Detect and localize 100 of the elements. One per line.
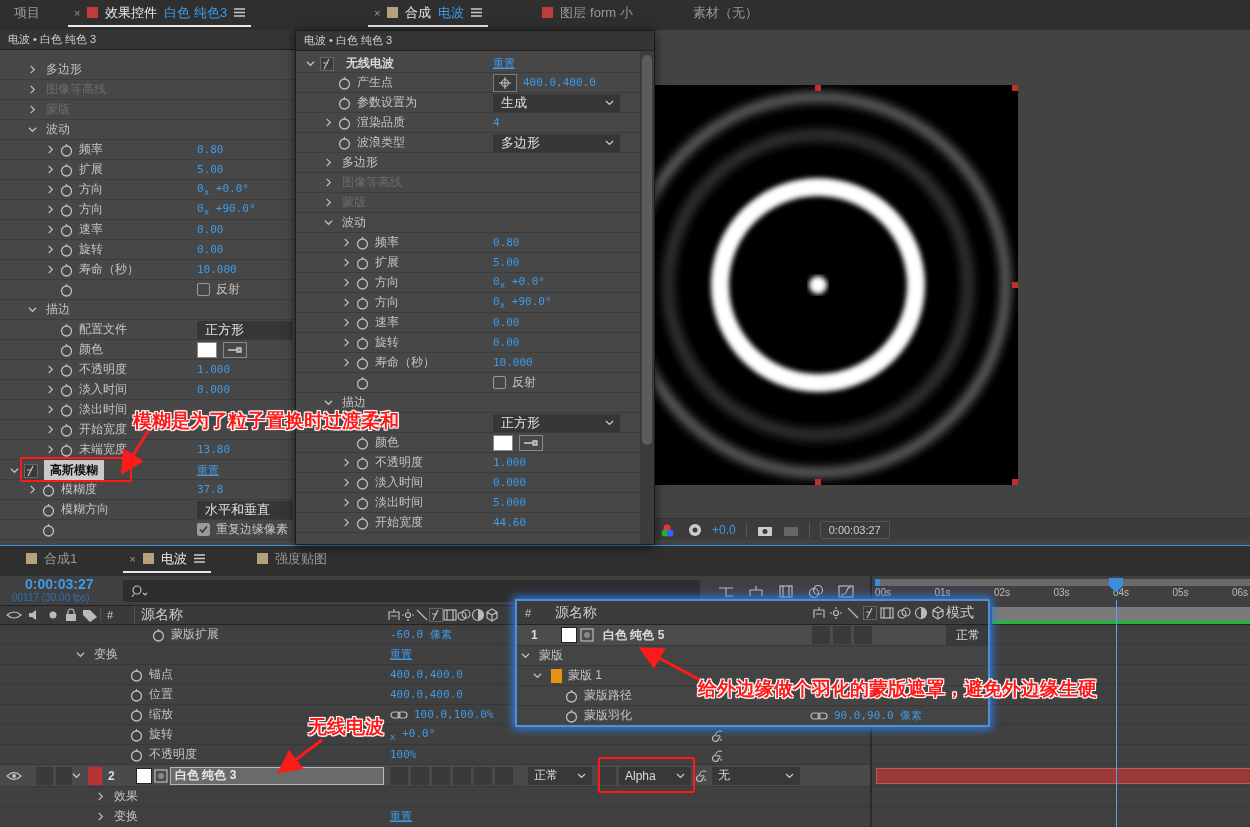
group-label[interactable]: 描边: [46, 301, 70, 318]
effect-name[interactable]: 高斯模糊: [44, 460, 104, 481]
mode-dropdown[interactable]: 正常: [946, 625, 988, 645]
stopwatch-icon[interactable]: [356, 235, 369, 250]
group-label[interactable]: 多边形: [46, 61, 82, 78]
chevron-icon[interactable]: [45, 225, 55, 234]
group-label[interactable]: 变换: [94, 646, 118, 663]
chevron-icon[interactable]: [45, 205, 55, 214]
transform-handle[interactable]: [1012, 85, 1018, 91]
chevron-icon[interactable]: [323, 218, 333, 227]
reset-link[interactable]: 重置: [390, 809, 412, 824]
panel-tab[interactable]: 素材（无）: [686, 0, 764, 27]
panel-tab[interactable]: 合成1: [20, 546, 84, 573]
chevron-icon[interactable]: [27, 305, 37, 314]
property-value[interactable]: 1.000: [197, 363, 231, 376]
property-value[interactable]: 0$_{x}$ +90.0°: [197, 201, 256, 218]
crosshair-button[interactable]: [493, 73, 517, 92]
stopwatch-icon[interactable]: [60, 282, 73, 297]
stopwatch-icon[interactable]: [60, 262, 73, 277]
eye-icon[interactable]: [6, 608, 22, 622]
panel-tab[interactable]: × 合成 电波: [368, 0, 489, 27]
scrollbar-thumb[interactable]: [642, 55, 652, 445]
stopwatch-icon[interactable]: [60, 422, 73, 437]
chevron-icon[interactable]: [9, 466, 19, 475]
film-icon[interactable]: [443, 608, 457, 622]
property-value[interactable]: 0.00: [197, 243, 224, 256]
graph-editor-icon[interactable]: [838, 583, 854, 598]
property-value[interactable]: 0.000: [493, 476, 527, 489]
chevron-icon[interactable]: [27, 125, 37, 134]
chevron-icon[interactable]: [341, 238, 351, 247]
property-value[interactable]: 0.00: [197, 223, 224, 236]
effect-icon[interactable]: [24, 463, 38, 478]
spiral-icon[interactable]: [710, 750, 722, 762]
color-swatch[interactable]: [197, 341, 217, 358]
effect-name[interactable]: 无线电波: [340, 53, 400, 74]
stopwatch-icon[interactable]: [356, 355, 369, 370]
stopwatch-icon[interactable]: [356, 375, 369, 390]
chevron-icon[interactable]: [323, 398, 333, 407]
checkbox[interactable]: [197, 283, 210, 296]
checkbox[interactable]: [493, 376, 506, 389]
stopwatch-icon[interactable]: [130, 667, 143, 682]
stopwatch-icon[interactable]: [338, 75, 351, 90]
group-label[interactable]: 蒙版: [539, 647, 563, 664]
stopwatch-icon[interactable]: [60, 242, 73, 257]
transform-handle[interactable]: [815, 85, 821, 91]
property-value[interactable]: 0.80: [493, 236, 520, 249]
chevron-icon[interactable]: [341, 478, 351, 487]
property-value[interactable]: 10.000: [493, 356, 533, 369]
chevron-icon[interactable]: [341, 318, 351, 327]
property-value[interactable]: 0$_{x}$ +0.0°: [197, 181, 249, 198]
property-value[interactable]: 0.00: [493, 316, 520, 329]
stopwatch-icon[interactable]: [60, 442, 73, 457]
stopwatch-icon[interactable]: [42, 482, 55, 497]
stopwatch-icon[interactable]: [60, 382, 73, 397]
dropdown[interactable]: 水平和垂直: [197, 500, 293, 519]
stopwatch-icon[interactable]: [60, 362, 73, 377]
stopwatch-icon[interactable]: [338, 115, 351, 130]
chevron-icon[interactable]: [45, 185, 55, 194]
film-icon[interactable]: [880, 605, 894, 620]
dropdown[interactable]: 生成: [493, 93, 620, 112]
color-swatch[interactable]: [493, 434, 513, 451]
effect-icon[interactable]: [863, 605, 877, 620]
solid-layer-icon[interactable]: [154, 768, 168, 783]
stopwatch-icon[interactable]: [130, 727, 143, 742]
half-circle-icon[interactable]: [914, 605, 928, 620]
stopwatch-icon[interactable]: [60, 402, 73, 417]
menu-icon[interactable]: [471, 8, 483, 17]
stopwatch-icon[interactable]: [60, 182, 73, 197]
spiral-icon[interactable]: [694, 769, 706, 782]
chevron-icon[interactable]: [45, 165, 55, 174]
property-value[interactable]: 0.80: [197, 143, 224, 156]
property-value[interactable]: 5.00: [493, 256, 520, 269]
cube-icon[interactable]: [931, 605, 945, 620]
shy-icon[interactable]: [387, 608, 401, 622]
property-value[interactable]: 10.000: [197, 263, 237, 276]
circles-icon[interactable]: [808, 583, 824, 598]
transform-handle[interactable]: [1012, 479, 1018, 485]
chevron-icon[interactable]: [45, 425, 55, 434]
half-circle-icon[interactable]: [471, 608, 485, 622]
panel-tab[interactable]: × 效果控件 白色 纯色3: [68, 0, 252, 27]
property-value[interactable]: $_{x}$ +0.0°: [390, 726, 436, 743]
mask-name[interactable]: 蒙版 1: [568, 667, 602, 684]
panel-tab[interactable]: 项目: [8, 0, 46, 27]
stopwatch-icon[interactable]: [130, 707, 143, 722]
stopwatch-icon[interactable]: [60, 222, 73, 237]
property-value[interactable]: 0$_{x}$ +90.0°: [493, 294, 552, 311]
stopwatch-icon[interactable]: [356, 455, 369, 470]
effect-icon[interactable]: [320, 56, 334, 71]
group-label[interactable]: 效果: [114, 788, 138, 805]
chevron-icon[interactable]: [341, 258, 351, 267]
property-value[interactable]: 13.80: [197, 443, 231, 456]
property-value[interactable]: 400.0,400.0: [523, 76, 596, 89]
switch-toggle[interactable]: [55, 766, 72, 785]
group-label[interactable]: 变换: [114, 808, 138, 825]
stopwatch-icon[interactable]: [42, 522, 55, 537]
property-value[interactable]: -60.0 像素: [390, 627, 452, 642]
switch-toggle[interactable]: [812, 626, 830, 644]
sun-icon[interactable]: [401, 608, 415, 622]
chevron-icon[interactable]: [45, 385, 55, 394]
property-value[interactable]: 90.0,90.0 像素: [834, 708, 923, 723]
